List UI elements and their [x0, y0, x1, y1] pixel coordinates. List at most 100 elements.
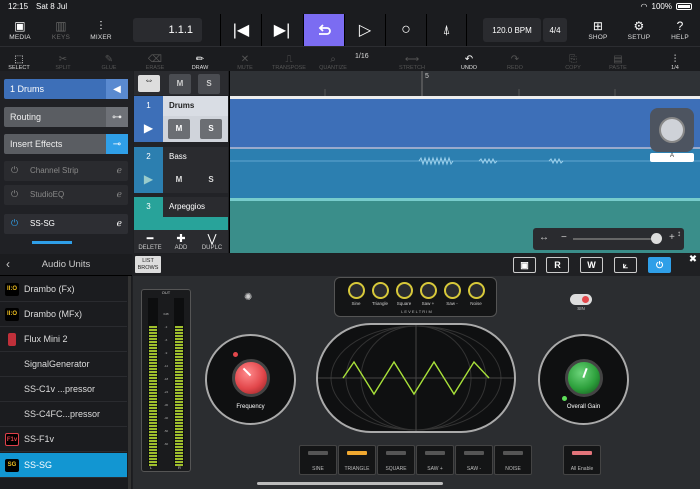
saw-plus-level-knob[interactable]: Saw + [419, 282, 437, 312]
square-button[interactable]: SQUARE [377, 445, 415, 475]
back-icon[interactable]: ‹ [6, 257, 10, 271]
effect-slot-ss-sg[interactable]: ⏻ SS-SG ℯ [4, 214, 128, 234]
effect-slot-channel-strip[interactable]: ⏻ Channel Strip ℯ [4, 161, 128, 181]
quantize-value[interactable]: 1/16 [355, 53, 369, 60]
scroll-indicator[interactable]: A [650, 153, 694, 162]
track-3-header[interactable]: 3 Arpeggios [134, 197, 228, 217]
noise-level-knob[interactable]: Noise [467, 282, 485, 312]
track-1-mute-button[interactable]: M [168, 119, 190, 139]
track-2-play-icon[interactable]: ▶ [134, 167, 163, 193]
playhead[interactable] [229, 71, 230, 253]
noise-button[interactable]: NOISE [494, 445, 532, 475]
audio-unit-item[interactable]: F1v SS-F1v [0, 427, 127, 452]
metronome-button[interactable]: ⍋ [426, 14, 467, 46]
mute-tool[interactable]: ✕ MUTE [235, 49, 255, 71]
lane-bass[interactable] [229, 147, 700, 198]
square-level-knob[interactable]: Square [395, 282, 413, 312]
play-button[interactable]: ▷ [344, 14, 385, 46]
transpose-tool[interactable]: ⎍ TRANSPOSE [272, 49, 306, 71]
keys-button[interactable]: ▥ KEYS [47, 14, 75, 46]
zoom-out-icon[interactable]: − [561, 232, 567, 243]
audio-unit-item[interactable]: II:O Drambo (Fx) [0, 277, 127, 302]
paste-button[interactable]: ▤ PASTE [607, 49, 629, 71]
setup-button[interactable]: ⚙ SETUP [624, 14, 654, 46]
scroll-pad-knob[interactable] [659, 117, 685, 143]
fullscreen-button[interactable]: ▣ [513, 257, 536, 273]
position-display[interactable]: 1.1.1 [133, 18, 202, 42]
timeline-ruler[interactable]: 5 [229, 71, 700, 96]
audio-unit-item-selected[interactable]: SG SS-SG [0, 453, 127, 478]
track-1-header[interactable]: 1 Drums [134, 96, 228, 116]
scroll-pad[interactable] [650, 108, 694, 152]
record-button[interactable]: ○ [385, 14, 426, 46]
sine-button[interactable]: SINE [299, 445, 337, 475]
zoom-control[interactable]: ↔ − + ↕ [533, 228, 684, 250]
list-browse-button[interactable]: LIST BROWS [135, 256, 161, 273]
track-2-solo-button[interactable]: S [200, 170, 222, 190]
overall-gain-knob[interactable] [565, 359, 603, 397]
duplicate-track-button[interactable]: ⋁ DUPLC [197, 231, 227, 253]
power-icon[interactable]: ⏻ [11, 165, 18, 176]
tempo-display[interactable]: 120.0 BPM [483, 18, 541, 42]
stretch-tool[interactable]: ⟷ STRETCH [397, 49, 427, 71]
audio-unit-item[interactable]: II:O Drambo (MFx) [0, 302, 127, 327]
triangle-button[interactable]: TRIANGLE [338, 445, 376, 475]
sine-level-knob[interactable]: Sine [347, 282, 365, 312]
triangle-level-knob[interactable]: Triangle [371, 282, 389, 312]
track-2-header[interactable]: 2 Bass [134, 147, 228, 167]
draw-tool[interactable]: ✏ DRAW [188, 49, 212, 71]
add-track-button[interactable]: ✚ ADD [166, 231, 196, 253]
copy-button[interactable]: ⎘ COPY [562, 49, 584, 71]
forward-button[interactable]: ▶| [261, 14, 302, 46]
power-icon[interactable]: ⏻ [11, 189, 18, 200]
track-1-play-icon[interactable]: ▶ [134, 116, 163, 142]
snap-button[interactable]: ⫶ 1/4 [664, 49, 686, 71]
redo-button[interactable]: ↷ REDO [504, 49, 526, 71]
routing-button[interactable]: Routing ⊶ [4, 107, 128, 127]
power-icon[interactable]: ⏻ [11, 218, 18, 229]
close-plugin-button[interactable]: ✖ [686, 254, 700, 268]
split-tool[interactable]: ✂ SPLIT [52, 49, 74, 71]
global-mute-button[interactable]: M [169, 74, 191, 94]
read-automation-button[interactable]: R [546, 257, 569, 273]
track-1-solo-button[interactable]: S [200, 119, 222, 139]
all-enable-button[interactable]: All Enable [563, 445, 601, 475]
plugin-power-button[interactable]: ⏻ [648, 257, 671, 273]
zoom-in-icon[interactable]: + [669, 232, 675, 243]
media-button[interactable]: ▣ MEDIA [4, 14, 36, 46]
sin-toggle[interactable] [570, 294, 592, 305]
effect-slot-studioeq[interactable]: ⏻ StudioEQ ℯ [4, 185, 128, 205]
edit-icon[interactable]: ℯ [117, 218, 122, 229]
mixer-button[interactable]: ⫶ MIXER [86, 14, 116, 46]
undo-button[interactable]: ↶ UNDO [458, 49, 480, 71]
loop-button[interactable] [303, 14, 344, 46]
inspector-track-header[interactable]: 1 Drums ◀ [4, 79, 128, 99]
saw-plus-button[interactable]: SAW + [416, 445, 454, 475]
edit-icon[interactable]: ℯ [117, 165, 122, 176]
shop-button[interactable]: ⊞ SHOP [584, 14, 612, 46]
time-signature-display[interactable]: 4/4 [543, 18, 567, 42]
routing-graph-button[interactable]: ⟀ [614, 257, 637, 273]
select-tool[interactable]: ⬚ SELECT [6, 49, 32, 71]
audio-unit-item[interactable]: SS-C1v ...pressor [0, 377, 127, 402]
saw-minus-button[interactable]: SAW - [455, 445, 493, 475]
edit-icon[interactable]: ℯ [117, 189, 122, 200]
zoom-thumb[interactable] [651, 233, 662, 244]
quantize-tool[interactable]: ⌕ QUANTIZE [318, 49, 348, 71]
lane-drums[interactable] [229, 96, 700, 147]
home-indicator[interactable] [257, 482, 443, 485]
global-solo-button[interactable]: S [198, 74, 220, 94]
arrange-view[interactable]: 5 A [229, 71, 700, 253]
collapse-icon[interactable]: ◀ [106, 79, 128, 99]
audio-unit-item[interactable]: SignalGenerator [0, 352, 127, 377]
audio-unit-item[interactable]: SS-C4FC...pressor [0, 402, 127, 427]
track-list-toggle-icon[interactable]: ⇔ [138, 75, 160, 92]
write-automation-button[interactable]: W [580, 257, 603, 273]
rewind-button[interactable]: |◀ [220, 14, 261, 46]
saw-minus-level-knob[interactable]: Saw - [443, 282, 461, 312]
help-button[interactable]: ? HELP [666, 14, 694, 46]
erase-tool[interactable]: ⌫ ERASE [144, 49, 166, 71]
glue-tool[interactable]: ✎ GLUE [98, 49, 120, 71]
audio-unit-item[interactable]: Flux Mini 2 [0, 327, 127, 352]
list-scrollbar[interactable] [128, 276, 131, 489]
